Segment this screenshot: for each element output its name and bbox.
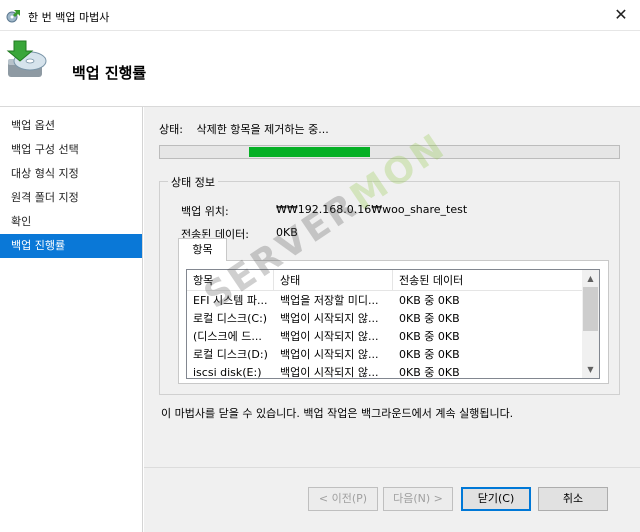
row-status: 백업이 시작되지 않...: [280, 366, 379, 379]
status-info-legend: 상태 정보: [168, 174, 218, 190]
table-row[interactable]: 로컬 디스크(C:) 백업이 시작되지 않... 0KB 중 0KB: [187, 310, 582, 328]
table-row[interactable]: 로컬 디스크(D:) 백업이 시작되지 않... 0KB 중 0KB: [187, 346, 582, 364]
vertical-scrollbar[interactable]: ▲ ▼: [582, 270, 599, 378]
sidebar-item-backup-options[interactable]: 백업 옵션: [0, 114, 142, 138]
table-row[interactable]: EFI 시스템 파... 백업을 저장할 미디... 0KB 중 0KB: [187, 292, 582, 310]
row-status: 백업을 저장할 미디...: [280, 294, 379, 307]
progress-marquee: [249, 147, 370, 157]
status-label: 상태:: [159, 123, 183, 136]
row-transferred: 0KB 중 0KB: [399, 294, 460, 307]
close-button[interactable]: 닫기(C): [461, 487, 531, 511]
title-bar: 한 번 백업 마법사 ✕: [0, 0, 640, 31]
row-transferred: 0KB 중 0KB: [399, 348, 460, 361]
row-status: 백업이 시작되지 않...: [280, 330, 379, 343]
items-list-view[interactable]: 항목 상태 전송된 데이터 EFI 시스템 파... 백업을 저장할 미디...…: [186, 269, 600, 379]
wizard-header: 백업 진행률: [0, 31, 640, 107]
column-header-status[interactable]: 상태: [274, 270, 393, 291]
row-item: (디스크에 드...: [193, 330, 262, 343]
status-line: 상태: 삭제한 항목을 제거하는 중...: [159, 121, 329, 137]
sidebar-item-confirmation[interactable]: 확인: [0, 210, 142, 234]
row-transferred: 0KB 중 0KB: [399, 312, 460, 325]
status-value: 삭제한 항목을 제거하는 중...: [196, 123, 329, 136]
wizard-main-panel: 상태: 삭제한 항목을 제거하는 중... 상태 정보 백업 위치: ₩₩192…: [144, 107, 640, 532]
sidebar-item-remote-folder[interactable]: 원격 폴더 지정: [0, 186, 142, 210]
row-item: 로컬 디스크(C:): [193, 312, 268, 325]
backup-location-row: 백업 위치: ₩₩192.168.0.16₩woo_share_test: [181, 203, 467, 219]
progress-bar: [159, 145, 620, 159]
wizard-footer: < 이전(P) 다음(N) > 닫기(C) 취소: [144, 467, 640, 532]
sidebar-item-backup-configuration[interactable]: 백업 구성 선택: [0, 138, 142, 162]
previous-button[interactable]: < 이전(P): [308, 487, 378, 511]
table-row[interactable]: iscsi disk(E:) 백업이 시작되지 않... 0KB 중 0KB: [187, 364, 582, 379]
row-item: iscsi disk(E:): [193, 366, 262, 379]
scroll-down-icon[interactable]: ▼: [582, 361, 599, 378]
row-status: 백업이 시작되지 않...: [280, 312, 379, 325]
close-icon[interactable]: ✕: [610, 5, 632, 25]
row-item: EFI 시스템 파...: [193, 294, 268, 307]
scroll-thumb[interactable]: [583, 287, 598, 331]
cancel-button[interactable]: 취소: [538, 487, 608, 511]
row-transferred: 0KB 중 0KB: [399, 366, 460, 379]
backup-location-label: 백업 위치:: [181, 205, 229, 218]
window-title: 한 번 백업 마법사: [28, 11, 110, 24]
next-button[interactable]: 다음(N) >: [383, 487, 453, 511]
row-status: 백업이 시작되지 않...: [280, 348, 379, 361]
backup-app-icon: [6, 10, 20, 23]
status-info-group: 상태 정보 백업 위치: ₩₩192.168.0.16₩woo_share_te…: [159, 174, 620, 395]
scroll-up-icon[interactable]: ▲: [582, 270, 599, 287]
backup-disk-icon: [6, 40, 47, 77]
transferred-data-value: 0KB: [276, 226, 298, 239]
column-header-transferred[interactable]: 전송된 데이터: [393, 270, 582, 291]
row-item: 로컬 디스크(D:): [193, 348, 268, 361]
table-row[interactable]: (디스크에 드... 백업이 시작되지 않... 0KB 중 0KB: [187, 328, 582, 346]
list-header: 항목 상태 전송된 데이터: [187, 270, 582, 291]
column-header-item[interactable]: 항목: [187, 270, 274, 291]
backup-location-value: ₩₩192.168.0.16₩woo_share_test: [276, 203, 468, 216]
sidebar-item-destination-type[interactable]: 대상 형식 지정: [0, 162, 142, 186]
page-heading: 백업 진행률: [72, 64, 147, 82]
sidebar-item-backup-progress[interactable]: 백업 진행률: [0, 234, 142, 258]
wizard-steps-sidebar: 백업 옵션 백업 구성 선택 대상 형식 지정 원격 폴더 지정 확인 백업 진…: [0, 107, 143, 532]
background-note: 이 마법사를 닫을 수 있습니다. 백업 작업은 백그라운드에서 계속 실행됩니…: [161, 407, 514, 420]
items-tab-panel: 항목 상태 전송된 데이터 EFI 시스템 파... 백업을 저장할 미디...…: [178, 260, 609, 384]
row-transferred: 0KB 중 0KB: [399, 330, 460, 343]
tab-items[interactable]: 항목: [178, 238, 227, 261]
